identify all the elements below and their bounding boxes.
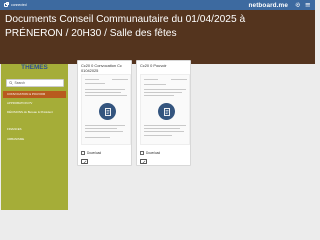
download-label: Download	[146, 151, 161, 155]
search-input[interactable]: Search	[6, 79, 64, 87]
card-title: Cc20 0 Convocation Cc 01042025	[81, 63, 122, 73]
pencil-icon	[83, 160, 86, 163]
gear-icon[interactable]	[295, 2, 301, 8]
sidebar-item-convocation[interactable]: CONVOCATION & POUVOIR	[3, 91, 66, 98]
download-link[interactable]: Download	[140, 151, 160, 155]
edit-button[interactable]	[140, 159, 147, 164]
download-label: Download	[87, 151, 102, 155]
sidebar-item-approbation[interactable]: APPROBATION PV	[7, 101, 65, 106]
document-icon	[158, 103, 175, 120]
user-label: connected	[11, 3, 27, 7]
pencil-icon	[142, 160, 145, 163]
brand-logo[interactable]: netboard.me	[249, 2, 288, 9]
document-card[interactable]: Cc20 0 Pouvoir Download	[136, 60, 191, 166]
document-icon	[99, 103, 116, 120]
menu-icon[interactable]	[305, 2, 311, 8]
document-thumbnail[interactable]	[81, 74, 131, 145]
sidebar-title: THEMES	[21, 64, 48, 71]
board-title: Documents Conseil Communautaire du 01/04…	[5, 14, 246, 39]
card-title: Cc20 0 Pouvoir	[140, 63, 167, 68]
lock-icon	[4, 2, 10, 7]
search-icon	[9, 81, 13, 85]
download-icon	[81, 151, 85, 155]
user-status[interactable]: connected	[4, 2, 27, 7]
edit-button[interactable]	[81, 159, 88, 164]
themes-sidebar: THEMES Search CONVOCATION & POUVOIR APPR…	[1, 64, 68, 210]
document-thumbnail[interactable]	[140, 74, 190, 145]
search-placeholder: Search	[14, 81, 25, 85]
board-header: Documents Conseil Communautaire du 01/04…	[0, 10, 315, 64]
download-icon	[140, 151, 144, 155]
top-bar: connected netboard.me	[0, 0, 315, 10]
document-card[interactable]: Cc20 0 Convocation Cc 01042025 Download	[77, 60, 132, 166]
download-link[interactable]: Download	[81, 151, 101, 155]
sidebar-item-finances[interactable]: FINANCES	[7, 127, 65, 132]
sidebar-item-urbanisme[interactable]: URBANISME	[7, 137, 65, 142]
sidebar-item-decisions[interactable]: DÉCISIONS du Bureau & Président	[7, 110, 65, 115]
